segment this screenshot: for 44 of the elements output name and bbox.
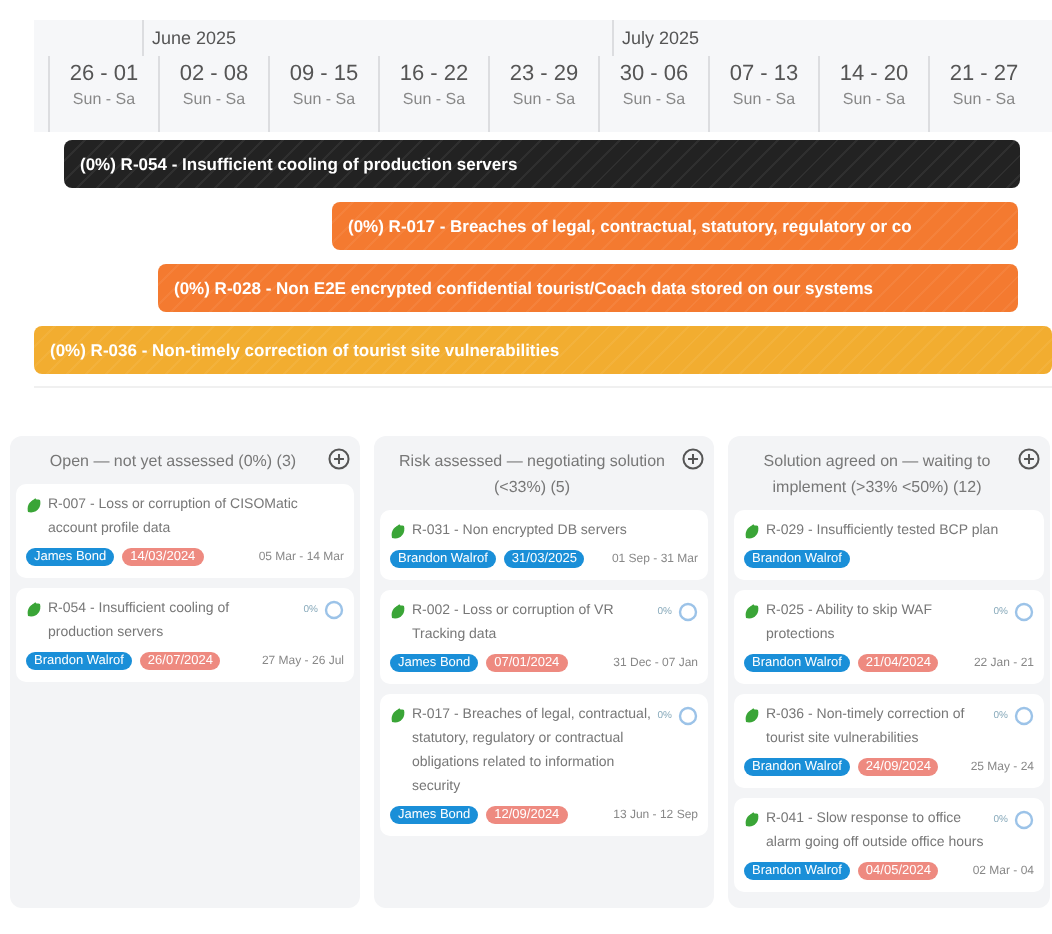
progress-ring-icon — [678, 602, 698, 622]
progress-ring-icon — [1014, 810, 1034, 830]
column-title: Risk assessed — negotiating solution (<33%) (5) — [397, 450, 667, 500]
leaf-icon — [26, 498, 42, 514]
timeline-bar[interactable]: (0%) R-017 - Breaches of legal, contractual, statutory, regulatory or co — [332, 202, 1018, 250]
week-days: Sun - Sa — [952, 90, 1016, 108]
week-days: Sun - Sa — [732, 90, 796, 108]
week-days: Sun - Sa — [182, 90, 246, 108]
timeline-bar[interactable]: (0%) R-028 - Non E2E encrypted confidential tourist/Coach data stored on our systems — [158, 264, 1018, 312]
progress-ring-icon — [1014, 602, 1034, 622]
week-range: 02 - 08 — [179, 62, 249, 86]
week-days: Sun - Sa — [72, 90, 136, 108]
week-range: 07 - 13 — [729, 62, 799, 86]
leaf-icon — [744, 604, 760, 620]
week-days: Sun - Sa — [622, 90, 686, 108]
week-range: 30 - 06 — [619, 62, 689, 86]
progress-ring-icon — [678, 706, 698, 726]
add-icon[interactable] — [328, 448, 350, 470]
month-label: July 2025 — [622, 28, 700, 48]
week-range: 14 - 20 — [839, 62, 909, 86]
week-days: Sun - Sa — [842, 90, 906, 108]
column-title: Solution agreed on — waiting to implement (>33% <50%) (12) — [761, 450, 993, 500]
week-days: Sun - Sa — [512, 90, 576, 108]
month-label: June 2025 — [152, 28, 237, 48]
leaf-icon — [26, 602, 42, 618]
column-title: Open — not yet assessed (0%) (3) — [47, 450, 299, 474]
leaf-icon — [390, 524, 406, 540]
add-icon[interactable] — [682, 448, 704, 470]
week-range: 21 - 27 — [949, 62, 1019, 86]
add-icon[interactable] — [1018, 448, 1040, 470]
leaf-icon — [744, 812, 760, 828]
week-days: Sun - Sa — [292, 90, 356, 108]
progress-ring-icon — [324, 600, 344, 620]
leaf-icon — [390, 604, 406, 620]
week-range: 09 - 15 — [289, 62, 359, 86]
week-days: Sun - Sa — [402, 90, 466, 108]
progress-ring-icon — [1014, 706, 1034, 726]
leaf-icon — [390, 708, 406, 724]
week-range: 23 - 29 — [509, 62, 579, 86]
week-range: 26 - 01 — [69, 62, 139, 86]
week-range: 16 - 22 — [399, 62, 469, 86]
leaf-icon — [744, 708, 760, 724]
timeline-bar[interactable]: (0%) R-054 - Insufficient cooling of production servers — [64, 140, 1020, 188]
leaf-icon — [744, 524, 760, 540]
